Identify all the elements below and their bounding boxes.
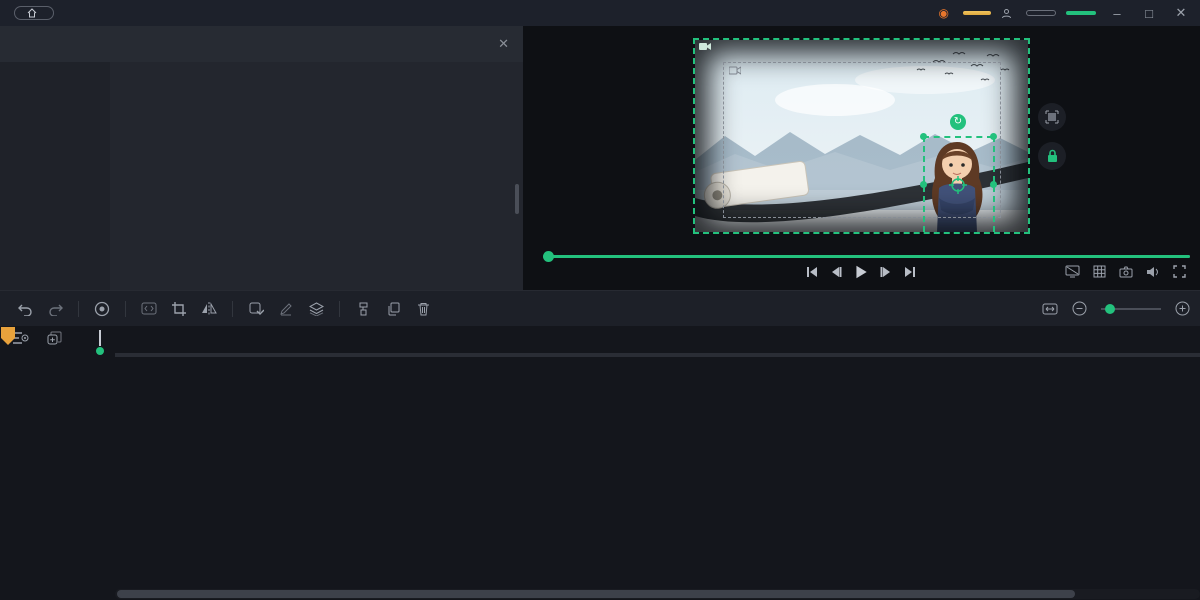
video-editor-app: { "colors": { "accent": "#23c17d", "gold… [0,0,1200,600]
minimize-button[interactable]: – [1106,6,1128,21]
playhead-flag[interactable] [0,326,16,346]
panel-content [110,62,523,290]
seek-handle[interactable] [543,251,554,262]
save-button[interactable] [1026,10,1056,16]
edit-pen-button[interactable] [271,302,301,316]
timeline [0,326,1200,600]
flame-icon: ◉︎ [939,6,949,20]
home-icon [27,8,37,18]
grid-icon[interactable] [1093,265,1106,278]
resize-handle-mr[interactable] [990,181,997,188]
volume-icon[interactable] [1146,266,1160,278]
zoom-in-icon[interactable] [1175,301,1190,316]
rotate-handle[interactable]: ↻ [950,114,966,130]
resize-handle-tr[interactable] [990,133,997,140]
titlebar-actions: ◉︎ – □ ✕ [939,0,1192,26]
timeline-ruler[interactable] [0,329,1200,353]
resize-handle-tl[interactable] [920,133,927,140]
format-brush-button[interactable] [348,302,378,316]
snapshot-icon[interactable] [1119,266,1133,278]
fit-timeline-icon[interactable] [1042,303,1058,315]
resize-handle-ml[interactable] [920,181,927,188]
crop-button[interactable] [164,302,194,316]
skip-start-button[interactable] [805,265,819,279]
character-selection-top [923,136,993,138]
keyframe-record-button[interactable] [87,301,117,317]
edit-toolbar [0,290,1200,326]
zoom-out-icon[interactable] [1072,301,1087,316]
export-button[interactable] [1066,11,1096,15]
next-frame-button[interactable] [879,265,893,279]
lock-icon [1046,149,1059,163]
player-option-icons [1065,265,1186,278]
upgrade-account-button[interactable] [963,11,991,15]
fullscreen-icon[interactable] [1173,265,1186,278]
timeline-zoom-controls [1028,301,1190,316]
camera-icon [729,66,741,75]
hot-features-button[interactable]: ◉︎ [939,6,953,20]
undo-button[interactable] [10,302,40,316]
layers-button[interactable] [301,302,331,316]
skip-end-button[interactable] [903,265,917,279]
camera-1-label [699,42,715,51]
delete-button[interactable] [408,302,438,316]
camera-icon [699,42,711,51]
maximize-button[interactable]: □ [1138,6,1160,21]
prev-frame-button[interactable] [829,265,843,279]
seek-bar-fill [543,255,1190,258]
redo-button[interactable] [40,302,70,316]
close-button[interactable]: ✕ [1170,5,1192,21]
panel-tab-bar [0,26,523,62]
select-check-button[interactable] [241,302,271,316]
copy-button[interactable] [378,302,408,316]
zoom-slider-handle[interactable] [1105,304,1115,314]
code-brackets-button[interactable] [134,302,164,315]
login-button[interactable] [1001,8,1016,19]
frame-select-icon [1045,110,1059,124]
work-range-bar[interactable] [115,353,1200,357]
lock-button[interactable] [1038,142,1066,170]
panel-close-icon[interactable]: ✕ [498,36,509,52]
display-mode-icon[interactable] [1065,265,1080,278]
move-target-icon[interactable] [949,176,967,194]
panel-scrollbar[interactable] [515,184,519,214]
default-camera-label [729,66,745,75]
fit-frame-button[interactable] [1038,103,1066,131]
panel-sidebar [0,62,110,290]
home-button[interactable] [14,6,54,20]
zoom-slider[interactable] [1101,308,1161,310]
title-bar: ◉︎ – □ ✕ [0,0,1200,26]
preview-area: ↻ [523,26,1200,290]
transport-controls [805,264,917,280]
timeline-h-scrollbar-thumb[interactable] [117,590,1075,598]
split-mirror-button[interactable] [194,302,224,315]
properties-panel: ✕ [0,26,523,290]
timeline-h-scrollbar[interactable] [115,589,1200,599]
user-icon [1001,8,1012,19]
seek-bar[interactable] [543,255,1190,258]
play-button[interactable] [853,264,869,280]
